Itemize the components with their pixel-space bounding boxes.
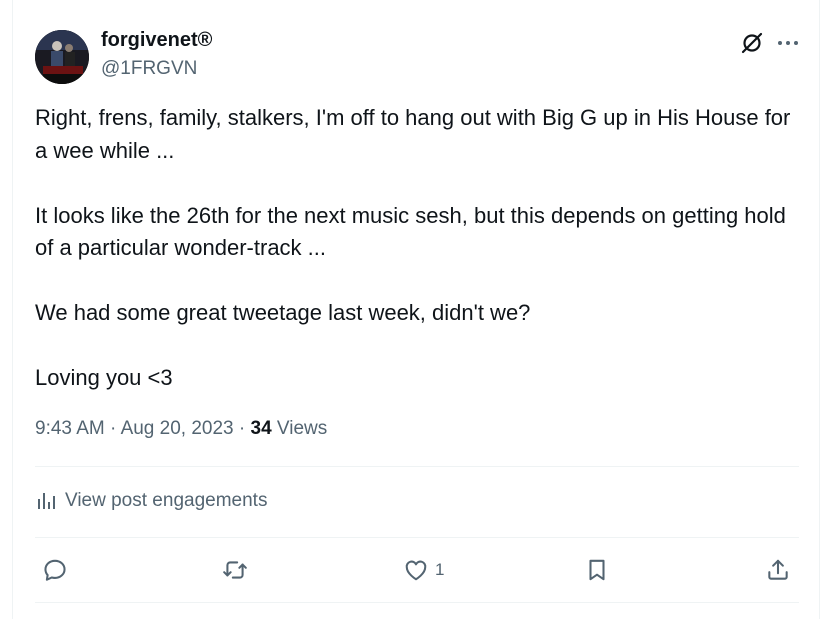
meta-separator: · bbox=[110, 418, 117, 439]
post-paragraph: Right, frens, family, stalkers, I'm off … bbox=[35, 105, 791, 163]
post-card: forgivenet® @1FRGVN Right, frens, family… bbox=[12, 0, 820, 619]
view-engagements-label: View post engagements bbox=[65, 490, 268, 511]
grok-icon[interactable] bbox=[739, 30, 765, 56]
like-icon bbox=[405, 560, 427, 581]
post-text: Right, frens, family, stalkers, I'm off … bbox=[35, 102, 805, 427]
action-bar: 1 bbox=[13, 552, 821, 588]
bookmark-icon bbox=[589, 559, 605, 581]
post-meta: 9:43 AM · Aug 20, 2023 · 34 Views bbox=[35, 418, 327, 440]
share-button[interactable] bbox=[765, 552, 791, 588]
post-paragraph: Loving you <3 bbox=[35, 365, 173, 390]
divider bbox=[35, 537, 799, 538]
post-date[interactable]: Aug 20, 2023 bbox=[121, 418, 234, 439]
reply-icon bbox=[44, 559, 66, 581]
avatar[interactable] bbox=[35, 30, 89, 84]
user-handle[interactable]: @1FRGVN bbox=[101, 58, 197, 80]
post-paragraph: It looks like the 26th for the next musi… bbox=[35, 202, 786, 261]
share-icon bbox=[768, 559, 788, 580]
repost-button[interactable] bbox=[222, 552, 254, 588]
views-count: 34 bbox=[250, 418, 272, 439]
divider bbox=[35, 602, 799, 603]
bookmark-button[interactable] bbox=[584, 552, 616, 588]
post-paragraph: We had some great tweetage last week, di… bbox=[35, 300, 531, 325]
meta-separator: · bbox=[238, 418, 246, 439]
post-time[interactable]: 9:43 AM bbox=[35, 418, 105, 439]
more-icon[interactable] bbox=[775, 30, 801, 56]
view-engagements-link[interactable]: View post engagements bbox=[35, 486, 267, 516]
display-name[interactable]: forgivenet® bbox=[101, 29, 212, 52]
reply-button[interactable] bbox=[42, 552, 74, 588]
repost-icon bbox=[223, 561, 247, 579]
like-count: 1 bbox=[435, 560, 445, 579]
divider bbox=[35, 466, 799, 467]
like-button[interactable]: 1 bbox=[403, 552, 444, 588]
analytics-icon bbox=[38, 493, 55, 509]
views-label: Views bbox=[276, 418, 328, 439]
